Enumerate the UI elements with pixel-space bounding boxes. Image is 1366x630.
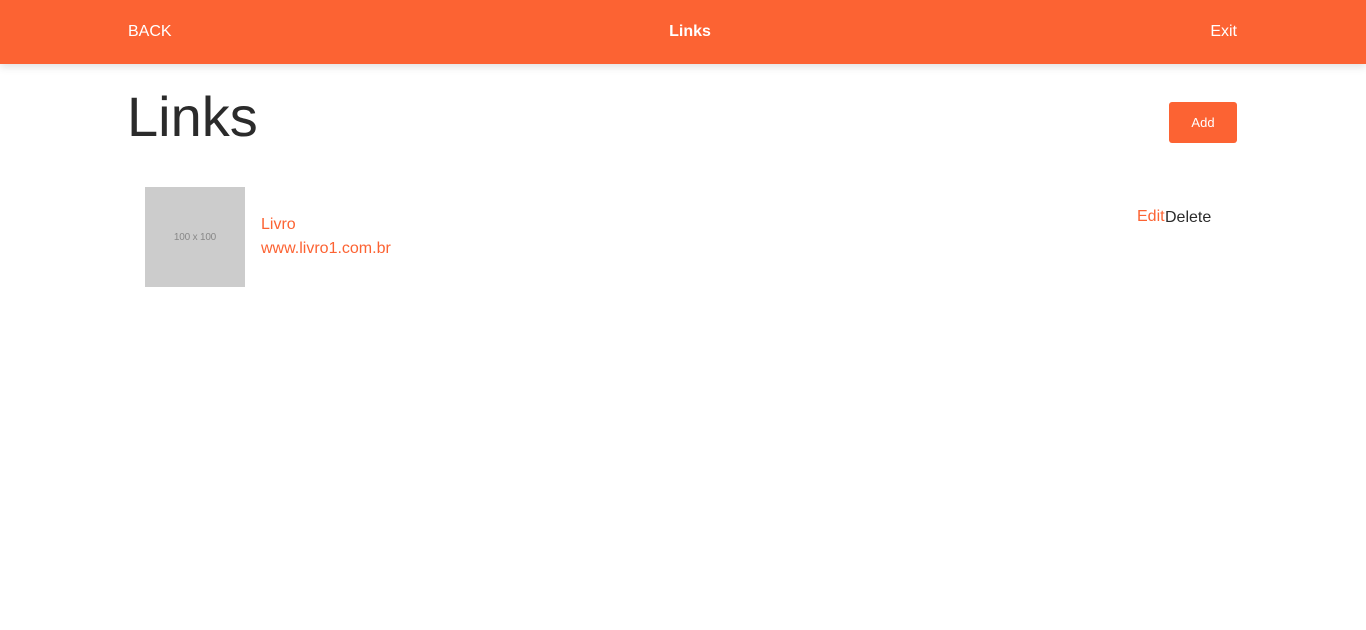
link-thumbnail: 100 x 100: [145, 187, 245, 287]
link-url[interactable]: www.livro1.com.br: [261, 239, 391, 259]
page-title: Links: [127, 85, 258, 148]
list-item: 100 x 100 Livro www.livro1.com.br Edit D…: [145, 187, 1220, 287]
edit-link[interactable]: Edit: [1137, 207, 1165, 227]
link-name[interactable]: Livro: [261, 215, 296, 235]
delete-link[interactable]: Delete: [1165, 208, 1211, 228]
back-link[interactable]: BACK: [128, 0, 172, 64]
add-button[interactable]: Add: [1169, 102, 1237, 143]
top-navbar: BACK Links Exit: [0, 0, 1366, 64]
navbar-title: Links: [669, 23, 711, 40]
thumbnail-placeholder-text: 100 x 100: [173, 231, 217, 243]
exit-link[interactable]: Exit: [1210, 0, 1237, 64]
